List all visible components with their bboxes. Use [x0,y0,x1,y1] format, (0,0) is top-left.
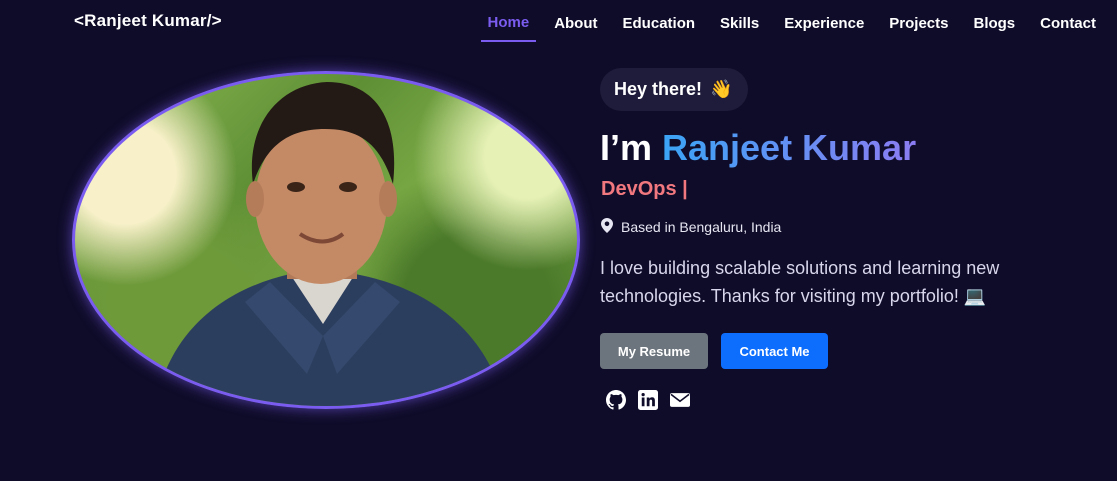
greeting-badge: Hey there! 👋 [600,68,749,111]
waving-hand-icon: 👋 [710,79,733,99]
location-line: Based in Bengaluru, India [601,218,781,236]
hero-bio: I love building scalable solutions and l… [600,258,1000,306]
greeting-text: Hey there! [614,79,703,99]
hero-name: Ranjeet Kumar [662,127,917,168]
location-text: Based in Bengaluru, India [621,219,782,235]
nav-projects[interactable]: Projects [882,13,955,41]
resume-button[interactable]: My Resume [600,333,708,369]
github-icon[interactable] [606,390,626,410]
hero-headline: I’m Ranjeet Kumar [600,127,916,169]
profile-photo [72,71,580,409]
nav-skills[interactable]: Skills [713,13,766,41]
brand-logo[interactable]: <Ranjeet Kumar/> [74,11,222,31]
nav-education[interactable]: Education [616,13,703,41]
linkedin-icon[interactable] [638,390,658,410]
main-nav: Home About Education Skills Experience P… [470,12,1104,42]
nav-experience[interactable]: Experience [777,13,871,41]
email-icon[interactable] [670,390,690,410]
map-pin-icon [601,218,613,236]
hero-role: DevOps | [601,178,688,200]
headline-prefix: I’m [600,127,663,168]
nav-home[interactable]: Home [480,12,537,42]
contact-me-button[interactable]: Contact Me [721,333,828,369]
social-links [606,390,690,410]
nav-about[interactable]: About [547,13,604,41]
nav-blogs[interactable]: Blogs [966,13,1022,41]
nav-contact[interactable]: Contact [1033,13,1103,41]
